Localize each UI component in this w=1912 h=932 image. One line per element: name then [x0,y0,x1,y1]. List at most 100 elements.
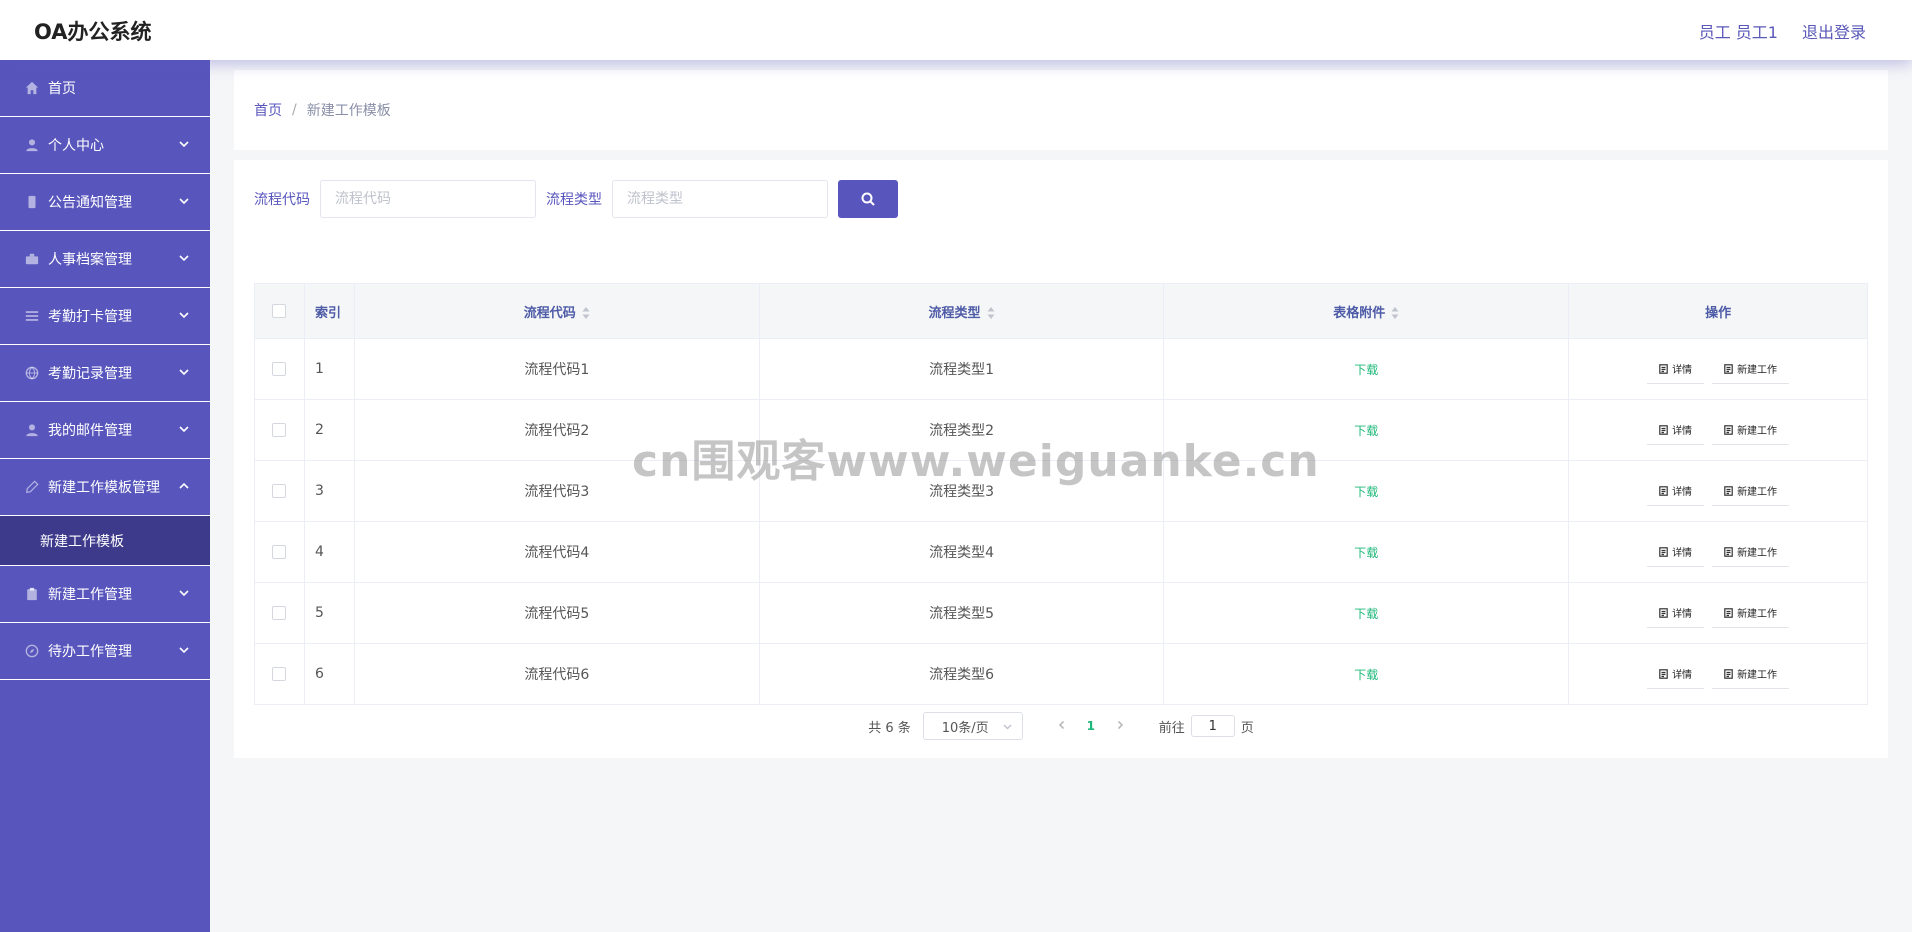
sidebar-item-profile[interactable]: 个人中心 [0,117,210,174]
row-code: 流程代码2 [354,399,760,461]
document-icon [1659,485,1668,496]
detail-button[interactable]: 详情 [1647,476,1705,506]
search-button[interactable] [838,180,898,218]
search-form: 流程代码 流程类型 [254,180,898,218]
new-work-label: 新建工作 [1737,365,1778,376]
detail-button[interactable]: 详情 [1647,598,1705,628]
type-search-input[interactable] [612,180,828,218]
detail-label: 详情 [1672,548,1693,559]
next-page-button[interactable] [1105,719,1135,734]
sidebar-item-label: 新建工作管理 [48,587,132,603]
goto-page-input[interactable] [1190,715,1235,737]
download-link[interactable]: 下载 [1354,668,1378,682]
breadcrumb-current: 新建工作模板 [306,103,391,119]
breadcrumb-home[interactable]: 首页 [254,100,282,120]
header-user-area: 员工 员工1 退出登录 [1699,19,1866,43]
page-jump: 前往 页 [1159,715,1254,737]
header-file-sortable[interactable]: 表格附件 [1163,283,1570,339]
code-search-input[interactable] [320,180,536,218]
header-code-label: 流程代码 [523,305,576,321]
user-icon [24,422,40,438]
page-unit-label: 页 [1240,720,1254,736]
table-header-row: 索引 流程代码 流程类型 表格附件 操作 [254,283,1868,339]
sidebar-item-notices[interactable]: 公告通知管理 [0,174,210,231]
sidebar-item-attendance-records[interactable]: 考勤记录管理 [0,345,210,402]
new-work-button[interactable]: 新建工作 [1712,659,1790,689]
logout-link[interactable]: 退出登录 [1802,19,1866,43]
new-work-label: 新建工作 [1737,487,1778,498]
sidebar-item-attendance-punch[interactable]: 考勤打卡管理 [0,288,210,345]
edit-icon [24,479,40,495]
breadcrumb-separator: / [292,102,297,118]
row-code: 流程代码4 [354,521,760,583]
chevron-up-icon [178,480,190,492]
download-link[interactable]: 下载 [1354,546,1378,560]
chevron-down-icon [178,366,190,378]
row-index: 3 [304,460,355,522]
chevron-down-icon [178,587,190,599]
page-size-value: 10条/页 [941,720,989,736]
chevron-down-icon [178,309,190,321]
sidebar-item-label: 考勤记录管理 [48,366,132,382]
sort-icon[interactable] [582,306,590,320]
new-work-button[interactable]: 新建工作 [1712,537,1790,567]
sort-icon[interactable] [1391,306,1399,320]
new-work-button[interactable]: 新建工作 [1712,354,1790,384]
header-file-label: 表格附件 [1333,305,1386,321]
sidebar-item-label: 新建工作模板管理 [48,480,160,496]
download-link[interactable]: 下载 [1354,363,1378,377]
header-code-sortable[interactable]: 流程代码 [354,283,760,339]
detail-button[interactable]: 详情 [1647,537,1705,567]
sidebar-item-new-work[interactable]: 新建工作管理 [0,566,210,623]
download-link[interactable]: 下载 [1354,485,1378,499]
sort-icon[interactable] [987,306,995,320]
new-work-button[interactable]: 新建工作 [1712,598,1790,628]
row-checkbox[interactable] [272,667,287,681]
row-checkbox[interactable] [272,362,287,376]
breadcrumb: 首页 / 新建工作模板 [234,70,1888,150]
row-code: 流程代码3 [354,460,760,522]
table-body: 1 流程代码1 流程类型1 下载 详情 新建工作 2 流程代码2 流程类型2 下载 详情 新建工作 3 流… [254,338,1868,705]
submenu-item-new-work-template[interactable]: 新建工作模板 [0,516,210,566]
document-icon [1659,607,1668,618]
user-name-link[interactable]: 员工 员工1 [1699,19,1778,43]
row-checkbox[interactable] [272,484,287,498]
sidebar-item-home[interactable]: 首页 [0,60,210,117]
mobile-icon [24,194,40,210]
detail-button[interactable]: 详情 [1647,354,1705,384]
sidebar-item-todo-work[interactable]: 待办工作管理 [0,623,210,680]
chevron-right-icon [1117,720,1123,729]
page-number-current[interactable]: 1 [1077,719,1105,733]
prev-page-button[interactable] [1047,719,1077,734]
row-checkbox[interactable] [272,423,287,437]
page-size-select[interactable]: 10条/页 [922,712,1023,740]
header-type-sortable[interactable]: 流程类型 [759,283,1165,339]
row-type: 流程类型4 [759,521,1165,583]
download-link[interactable]: 下载 [1354,607,1378,621]
pagination: 共 6 条 10条/页 1 前往 页 [234,711,1888,741]
new-work-button[interactable]: 新建工作 [1712,476,1790,506]
row-checkbox[interactable] [272,606,287,620]
code-label: 流程代码 [254,192,310,208]
sidebar-item-label: 考勤打卡管理 [48,309,132,325]
row-checkbox[interactable] [272,545,287,559]
document-icon [1724,485,1733,496]
detail-label: 详情 [1672,609,1693,620]
sidebar-item-hr-files[interactable]: 人事档案管理 [0,231,210,288]
download-link[interactable]: 下载 [1354,424,1378,438]
sidebar-item-mail[interactable]: 我的邮件管理 [0,402,210,459]
sidebar-item-work-templates[interactable]: 新建工作模板管理 [0,459,210,516]
clipboard-icon [24,586,40,602]
user-icon [24,137,40,153]
sidebar: 首页 个人中心 公告通知管理 人事档案管理 考勤打卡管理 考勤记录管理 我的邮件… [0,60,210,932]
detail-button[interactable]: 详情 [1647,415,1705,445]
detail-button[interactable]: 详情 [1647,659,1705,689]
home-icon [24,80,40,96]
document-icon [1659,668,1668,679]
select-all-checkbox[interactable] [272,304,287,318]
table-row: 1 流程代码1 流程类型1 下载 详情 新建工作 [254,338,1868,400]
row-index: 2 [304,399,355,461]
new-work-button[interactable]: 新建工作 [1712,415,1790,445]
table-row: 4 流程代码4 流程类型4 下载 详情 新建工作 [254,521,1868,583]
main-content: 流程代码 流程类型 索引 流程代码 流程类型 表格附件 操作 1流程代码1流程类… [234,160,1888,758]
